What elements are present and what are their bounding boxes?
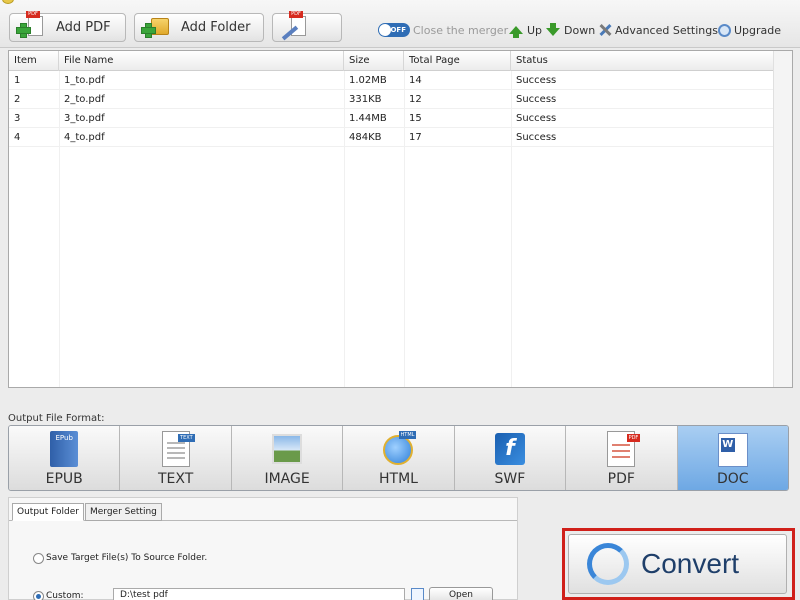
column-header-total-page[interactable]: Total Page [404,51,511,71]
cell-total-page: 17 [409,132,422,143]
cell-file-name: 4_to.pdf [64,132,105,143]
format-html-button[interactable]: HTML HTML [343,426,455,490]
custom-label: Custom: [46,591,84,600]
cell-status: Success [516,132,557,143]
cell-status: Success [516,113,557,124]
cell-total-page: 12 [409,94,422,105]
table-row[interactable]: 3 3_to.pdf 1.44MB 15 Success [9,109,773,128]
open-folder-button[interactable]: Open [429,587,493,600]
cell-total-page: 14 [409,75,422,86]
flash-icon: f [494,431,526,469]
cell-item: 4 [14,132,21,143]
upgrade-button[interactable]: Upgrade [718,22,781,38]
tab-output-folder[interactable]: Output Folder [12,503,84,521]
format-doc-button[interactable]: W DOC [677,426,788,490]
cell-size: 1.44MB [349,113,387,124]
cell-file-name: 1_to.pdf [64,75,105,86]
custom-folder-radio[interactable] [33,591,44,600]
convert-icon [587,543,629,585]
format-swf-button[interactable]: f SWF [454,426,567,490]
arrow-down-icon [546,23,560,36]
format-pdf-button[interactable]: PDF PDF [566,426,678,490]
format-epub-button[interactable]: EPub EPUB [9,426,121,490]
toolbar: PDF Add PDF Add Folder PDF OFF Close the… [0,0,800,48]
format-label: DOC [716,471,749,487]
column-header-item[interactable]: Item [9,51,59,71]
format-image-button[interactable]: IMAGE [231,426,344,490]
format-label: PDF [607,471,635,487]
down-button[interactable]: Down [546,22,595,38]
table-row[interactable]: 2 2_to.pdf 331KB 12 Success [9,90,773,109]
up-button[interactable]: Up [509,22,542,38]
vertical-scrollbar[interactable] [773,51,792,387]
arrow-up-icon [509,26,523,38]
table-row[interactable]: 1 1_to.pdf 1.02MB 14 Success [9,71,773,90]
settings-panel: Output Folder Merger Setting Save Target… [8,497,518,600]
column-header-file-name[interactable]: File Name [59,51,344,71]
cell-file-name: 2_to.pdf [64,94,105,105]
output-format-label: Output File Format: [8,413,105,424]
up-label: Up [527,23,543,37]
cell-file-name: 3_to.pdf [64,113,105,124]
add-folder-button[interactable]: Add Folder [134,13,264,42]
format-label: TEXT [157,471,194,487]
output-format-bar: EPub EPUB TEXT TEXT IMAGE HTML HTML f SW… [8,425,789,491]
tools-icon [598,23,612,37]
app-orb-icon [2,0,14,4]
pdf-file-icon: PDF [605,431,641,469]
add-pdf-button[interactable]: PDF Add PDF [9,10,126,42]
save-to-source-radio[interactable] [33,553,44,564]
table-row[interactable]: 4 4_to.pdf 484KB 17 Success [9,128,773,147]
word-doc-icon: W [717,431,749,469]
path-checkbox[interactable] [411,588,424,600]
custom-path-input[interactable]: D:\test pdf [113,588,405,600]
convert-label: Convert [641,548,740,579]
table-header: Item File Name Size Total Page Status [9,51,773,71]
edit-pdf-icon: PDF [277,10,309,41]
format-label: SWF [494,471,526,487]
cell-size: 484KB [349,132,382,143]
cell-item: 2 [14,94,21,105]
html-globe-icon: HTML [382,431,417,469]
image-icon [271,431,303,469]
cell-size: 1.02MB [349,75,387,86]
cell-item: 3 [14,113,21,124]
format-label: EPUB [45,471,83,487]
down-label: Down [564,23,596,37]
merger-toggle-group: OFF Close the merger [378,22,508,38]
convert-button[interactable]: Convert [568,534,787,594]
cell-total-page: 15 [409,113,422,124]
upgrade-icon [718,23,731,37]
merger-toggle[interactable]: OFF [378,23,410,37]
format-label: IMAGE [264,471,310,487]
close-merger-label: Close the merger [413,23,509,37]
add-pdf-icon: PDF [14,10,46,41]
text-file-icon: TEXT [160,431,195,469]
column-header-size[interactable]: Size [344,51,404,71]
add-folder-icon [139,15,171,41]
cell-status: Success [516,75,557,86]
epub-icon: EPub [48,431,80,469]
format-text-button[interactable]: TEXT TEXT [120,426,232,490]
format-label: HTML [378,471,418,487]
upgrade-label: Upgrade [734,23,782,37]
cell-status: Success [516,94,557,105]
cell-item: 1 [14,75,21,86]
tab-merger-setting[interactable]: Merger Setting [85,503,162,521]
file-list-table[interactable]: Item File Name Size Total Page Status 1 … [8,50,793,388]
column-header-status[interactable]: Status [511,51,773,71]
table-body: 1 1_to.pdf 1.02MB 14 Success 2 2_to.pdf … [9,71,773,387]
add-folder-label: Add Folder [181,20,251,35]
advanced-settings-button[interactable]: Advanced Settings [598,22,718,38]
save-to-source-label: Save Target File(s) To Source Folder. [46,553,208,563]
advanced-settings-label: Advanced Settings [615,23,718,37]
edit-pdf-button[interactable]: PDF [272,10,342,42]
add-pdf-label: Add PDF [56,20,111,35]
cell-size: 331KB [349,94,382,105]
